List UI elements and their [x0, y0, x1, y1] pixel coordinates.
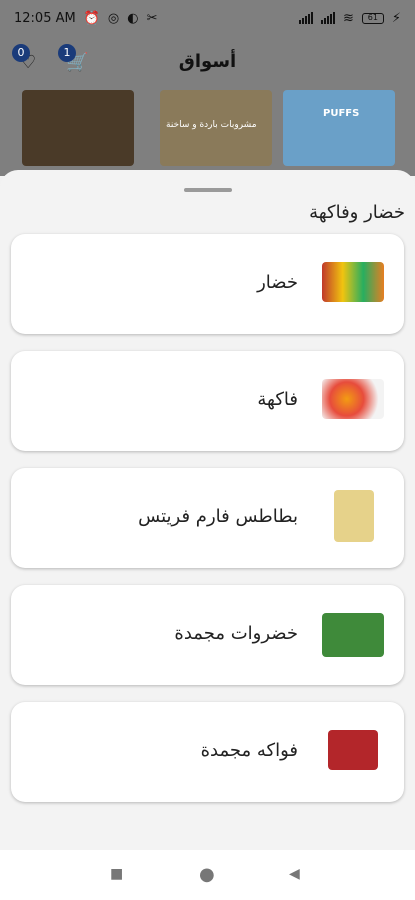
banner-carousel: مشروبات باردة و ساخنة PUFFS	[0, 86, 415, 176]
signal-icon	[298, 12, 313, 24]
status-left: 12:05 AM ⏰ ◎ ◐ ✂	[14, 11, 158, 26]
sheet-drag-handle[interactable]	[184, 188, 232, 192]
status-bar: 12:05 AM ⏰ ◎ ◐ ✂ ≋ 61 ⚡	[0, 0, 415, 36]
category-card-vegetables[interactable]: خضار	[11, 234, 404, 334]
banner-nuts[interactable]	[22, 90, 134, 166]
category-card-frozen-vegetables[interactable]: خضروات مجمدة	[11, 585, 404, 685]
frozen-vegetables-image	[322, 613, 384, 657]
status-right: ≋ 61 ⚡	[298, 10, 401, 26]
category-card-frozen-fruits[interactable]: فواكه مجمدة	[11, 702, 404, 802]
category-card-fruits[interactable]: فاكهة	[11, 351, 404, 451]
frozen-fruits-image	[328, 730, 378, 770]
battery-icon: 61	[361, 12, 384, 24]
app-title: أسواق	[178, 50, 237, 72]
fruits-image	[322, 379, 384, 419]
category-card-farm-frites[interactable]: بطاطس فارم فريتس	[11, 468, 404, 568]
wishlist-count: 0	[12, 44, 30, 62]
back-button[interactable]: ◀	[289, 866, 300, 882]
status-time: 12:05 AM	[14, 10, 76, 26]
whatsapp-icon: ◎	[107, 10, 120, 26]
battery-level: 61	[367, 12, 378, 22]
category-bottom-sheet: خضار وفاكهة خضار فاكهة بطاطس فارم فريتس …	[0, 170, 415, 850]
chrome-icon: ◐	[127, 10, 139, 26]
wishlist-button[interactable]: ♡ 0	[12, 44, 46, 78]
vegetables-image	[322, 262, 384, 302]
category-label: خضروات مجمدة	[174, 623, 298, 644]
charging-icon: ⚡	[391, 10, 401, 26]
tools-icon: ✂	[146, 10, 158, 26]
alarm-icon: ⏰	[83, 10, 100, 26]
farm-frites-image	[334, 490, 374, 542]
category-label: فاكهة	[257, 389, 298, 410]
category-label: بطاطس فارم فريتس	[138, 506, 298, 527]
banner-grocery-text: مشروبات باردة و ساخنة	[166, 120, 257, 130]
cart-button[interactable]: 🛒 1	[58, 44, 92, 78]
category-label: خضار	[257, 272, 298, 293]
recents-button[interactable]: ■	[110, 866, 123, 882]
wifi-icon: ≋	[342, 10, 354, 26]
home-button[interactable]: ●	[199, 864, 215, 885]
sheet-title: خضار وفاكهة	[309, 202, 405, 223]
category-label: فواكه مجمدة	[200, 740, 298, 761]
banner-chips[interactable]: PUFFS	[283, 90, 395, 166]
cart-count: 1	[58, 44, 76, 62]
banner-chips-text: PUFFS	[323, 108, 360, 119]
signal-icon-2	[320, 12, 335, 24]
system-navigation-bar: ■ ● ◀	[0, 850, 415, 900]
app-bar: ♡ 0 🛒 1 أسواق	[0, 36, 415, 86]
banner-grocery[interactable]: مشروبات باردة و ساخنة	[160, 90, 272, 166]
